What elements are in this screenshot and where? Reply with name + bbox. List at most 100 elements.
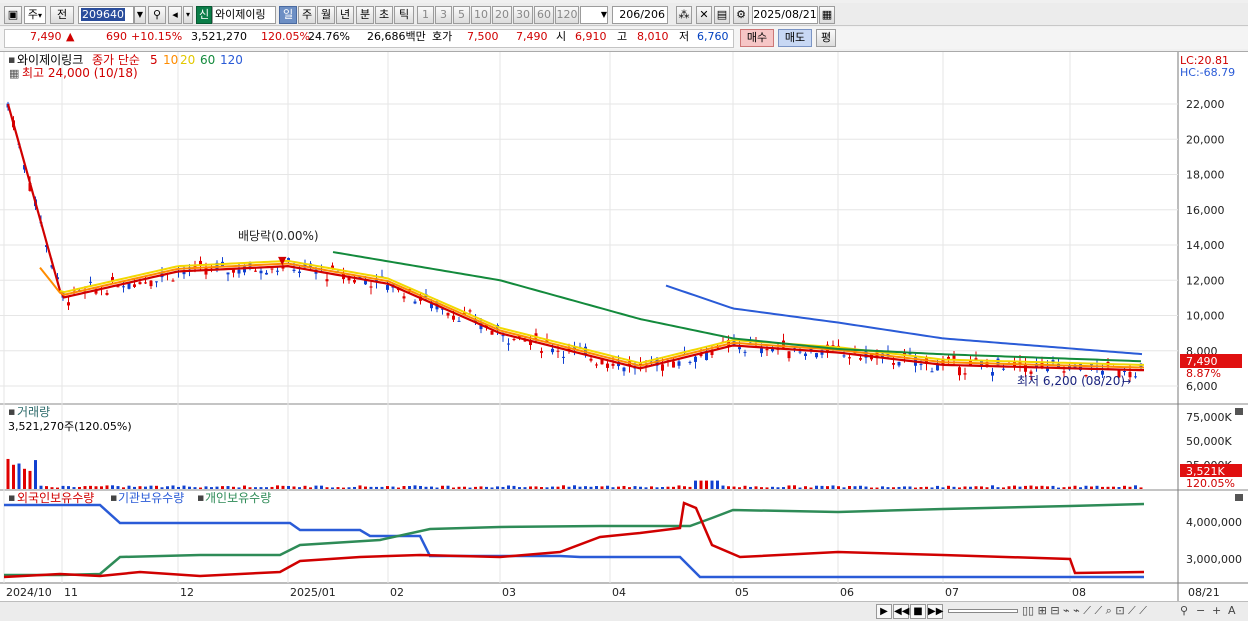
- tab-year[interactable]: 년: [336, 6, 354, 24]
- volume-bar: [56, 487, 59, 489]
- chart-svg[interactable]: ▪ 와이제이링크 종가 단순 5 10 20 60 120 ▦ 최고 24,00…: [0, 52, 1248, 602]
- market-select[interactable]: 주▾: [24, 6, 46, 24]
- candle-body: [105, 292, 109, 295]
- interval-3[interactable]: 3: [435, 6, 452, 24]
- volume-bar: [490, 487, 494, 489]
- volume-bar: [886, 487, 890, 489]
- candle-body: [897, 361, 901, 366]
- fast-forward-icon[interactable]: ▶▶: [927, 604, 943, 619]
- volume-bar: [94, 486, 98, 489]
- volume-bar: [820, 485, 824, 489]
- chevron-down-icon[interactable]: ▼: [134, 6, 146, 24]
- volume-bar: [1112, 486, 1115, 489]
- interval-20[interactable]: 20: [492, 6, 512, 24]
- candle-body: [919, 364, 923, 366]
- draw-tools-icon[interactable]: ▯▯ ⊞ ⊟ ⌁ ⌁ ⟋ ⟋ ⌕ ⊡ ⟋ ⟋: [1022, 604, 1147, 618]
- candle-body: [452, 315, 455, 320]
- volume-bar: [996, 487, 1000, 489]
- volume-bar: [991, 485, 994, 489]
- volume-bar: [39, 485, 43, 489]
- rewind-icon[interactable]: ◀◀: [893, 604, 909, 619]
- sell-button[interactable]: 매도: [778, 29, 812, 47]
- minus-icon[interactable]: −: [1196, 604, 1205, 617]
- chart-area[interactable]: ▪ 와이제이링크 종가 단순 5 10 20 60 120 ▦ 최고 24,00…: [0, 51, 1248, 602]
- close-panel-icon[interactable]: [1235, 494, 1243, 501]
- cross-icon[interactable]: ✕: [696, 6, 712, 24]
- x-tick-label: 05: [735, 586, 749, 599]
- interval-1[interactable]: 1: [417, 6, 434, 24]
- volume-bar: [28, 470, 32, 489]
- volume-bar: [45, 486, 48, 489]
- pct-tag: 8.87%: [1186, 367, 1221, 380]
- interval-60[interactable]: 60: [534, 6, 554, 24]
- tab-second[interactable]: 초: [375, 6, 393, 24]
- window-icon[interactable]: ▣: [4, 6, 22, 24]
- volume-bar: [1024, 485, 1027, 489]
- volume-bar: [441, 485, 444, 489]
- volume-bar: [771, 486, 774, 489]
- search-icon[interactable]: ⚲: [148, 6, 166, 24]
- calendar-icon[interactable]: ▦: [9, 67, 19, 80]
- open-price: 6,910: [575, 30, 607, 43]
- save-icon[interactable]: ▤: [714, 6, 730, 24]
- gear-icon[interactable]: ⚙: [733, 6, 749, 24]
- volume-bar: [287, 485, 290, 489]
- interval-select[interactable]: ▼: [580, 6, 608, 24]
- volume-bar: [776, 487, 780, 489]
- font-size-icon[interactable]: A: [1228, 604, 1236, 617]
- volume-bar: [375, 486, 378, 489]
- buy-button[interactable]: 매수: [740, 29, 774, 47]
- interval-30[interactable]: 30: [513, 6, 533, 24]
- candle-body: [589, 358, 593, 361]
- volume-bar: [908, 486, 912, 489]
- high-note: 최고 24,000 (10/18): [22, 66, 138, 80]
- volume-bar: [424, 486, 428, 489]
- plus-icon[interactable]: +: [1212, 604, 1221, 617]
- calendar-icon[interactable]: ▦: [819, 6, 835, 24]
- x-axis-labels: 2024/10 11 12 2025/01 02 03 04 05 06 07 08 08/21: [6, 586, 1220, 599]
- interval-120[interactable]: 120: [555, 6, 579, 24]
- date-field[interactable]: 2025/08/21: [752, 6, 818, 24]
- code-input[interactable]: 209640: [78, 6, 134, 24]
- volume-bar: [765, 487, 769, 489]
- candle-body: [325, 279, 329, 282]
- tab-month[interactable]: 월: [317, 6, 335, 24]
- interval-5[interactable]: 5: [453, 6, 470, 24]
- stock-name[interactable]: 와이제이링: [212, 6, 276, 24]
- candle-body: [815, 353, 818, 358]
- scroll-right-icon[interactable]: ▶: [876, 604, 892, 619]
- tab-day[interactable]: 일: [279, 6, 297, 24]
- speaker-icon[interactable]: ◂: [168, 6, 182, 24]
- vol-tick-75: 75,000K: [1186, 411, 1232, 424]
- tab-week[interactable]: 주: [298, 6, 316, 24]
- close-panel-icon[interactable]: [1235, 408, 1243, 415]
- panel-menu-icon[interactable]: ▪: [8, 405, 15, 418]
- count-field[interactable]: 206/206: [612, 6, 668, 24]
- candle-body: [760, 348, 763, 354]
- prev-button[interactable]: 전: [50, 6, 74, 24]
- volume-bar: [204, 486, 208, 489]
- tab-minute[interactable]: 분: [356, 6, 374, 24]
- candle-body: [1123, 370, 1126, 372]
- current-price: 7,490: [30, 30, 62, 43]
- volume-bar: [50, 487, 54, 489]
- panel-menu-icon[interactable]: ▪: [8, 491, 15, 504]
- zoom-icon[interactable]: ⚲: [1180, 604, 1188, 617]
- volume-bar: [589, 486, 593, 489]
- stop-icon[interactable]: ■: [910, 604, 926, 619]
- chevron-down-icon[interactable]: ▾: [183, 6, 193, 24]
- dividend-arrow-icon: ▼: [278, 254, 287, 267]
- panel-menu-icon[interactable]: ▪: [110, 491, 117, 504]
- volume-bar: [336, 487, 340, 489]
- interval-10[interactable]: 10: [471, 6, 491, 24]
- panel-menu-icon[interactable]: ▪: [197, 491, 204, 504]
- volume-bars: [6, 458, 1143, 489]
- candle-body: [122, 286, 125, 288]
- tab-tick[interactable]: 틱: [394, 6, 414, 24]
- link-icon[interactable]: ⁂: [676, 6, 692, 24]
- panel-menu-icon[interactable]: ▪: [8, 53, 15, 66]
- eval-button[interactable]: 평: [816, 29, 836, 47]
- volume-bar: [1007, 486, 1011, 489]
- zoom-slider[interactable]: [948, 609, 1018, 613]
- volume-bar: [650, 486, 653, 489]
